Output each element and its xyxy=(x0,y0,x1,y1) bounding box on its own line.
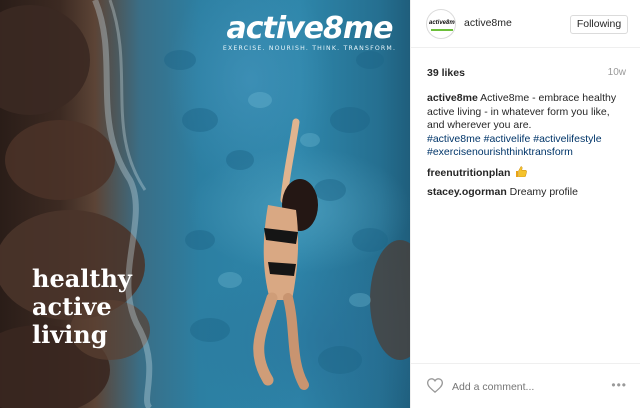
post-footer: ••• xyxy=(411,363,640,408)
comment-username-link[interactable]: freenutritionplan xyxy=(427,167,510,179)
following-button[interactable]: Following xyxy=(570,15,628,34)
hashtag-link[interactable]: #activelifestyle xyxy=(533,133,601,145)
hashtag-link[interactable]: #exercisenourishthinktransform xyxy=(427,146,573,158)
likes-count[interactable]: 39 likes xyxy=(427,67,465,79)
comment-list: active8me Active8me - embrace healthy ac… xyxy=(427,92,627,206)
caption-username-link[interactable]: active8me xyxy=(427,92,478,104)
overlay-line: active xyxy=(32,292,112,321)
post-time[interactable]: 10w xyxy=(608,67,626,78)
comment-text: Dreamy profile xyxy=(509,186,578,198)
avatar[interactable]: active8me xyxy=(426,9,456,39)
overlay-line: healthy xyxy=(32,264,132,293)
avatar-underline xyxy=(431,29,453,31)
comment-item: stacey.ogorman Dreamy profile xyxy=(427,186,627,200)
post-header: active8me active8me Following xyxy=(411,0,640,48)
brand-logo: active8me xyxy=(226,11,393,46)
heart-icon[interactable] xyxy=(427,378,443,393)
brand-tagline: EXERCISE. NOURISH. THINK. TRANSFORM. xyxy=(222,45,397,52)
hashtag-link[interactable]: #activelife xyxy=(484,133,531,145)
more-options-icon[interactable]: ••• xyxy=(611,378,627,392)
avatar-logo-text: active8me xyxy=(429,20,456,26)
comment-item: freenutritionplan xyxy=(427,165,627,181)
comment-username-link[interactable]: stacey.ogorman xyxy=(427,186,507,198)
overlay-headline: healthy active living xyxy=(32,265,132,349)
thumbs-up-icon xyxy=(516,165,528,177)
caption: active8me Active8me - embrace healthy ac… xyxy=(427,92,627,160)
post-image[interactable]: active8me EXERCISE. NOURISH. THINK. TRAN… xyxy=(0,0,410,408)
header-username-link[interactable]: active8me xyxy=(464,17,512,29)
overlay-line: living xyxy=(32,320,108,349)
add-comment-input[interactable] xyxy=(452,380,602,394)
post-sidebar: active8me active8me Following 39 likes 1… xyxy=(410,0,640,408)
hashtag-link[interactable]: #active8me xyxy=(427,133,481,145)
